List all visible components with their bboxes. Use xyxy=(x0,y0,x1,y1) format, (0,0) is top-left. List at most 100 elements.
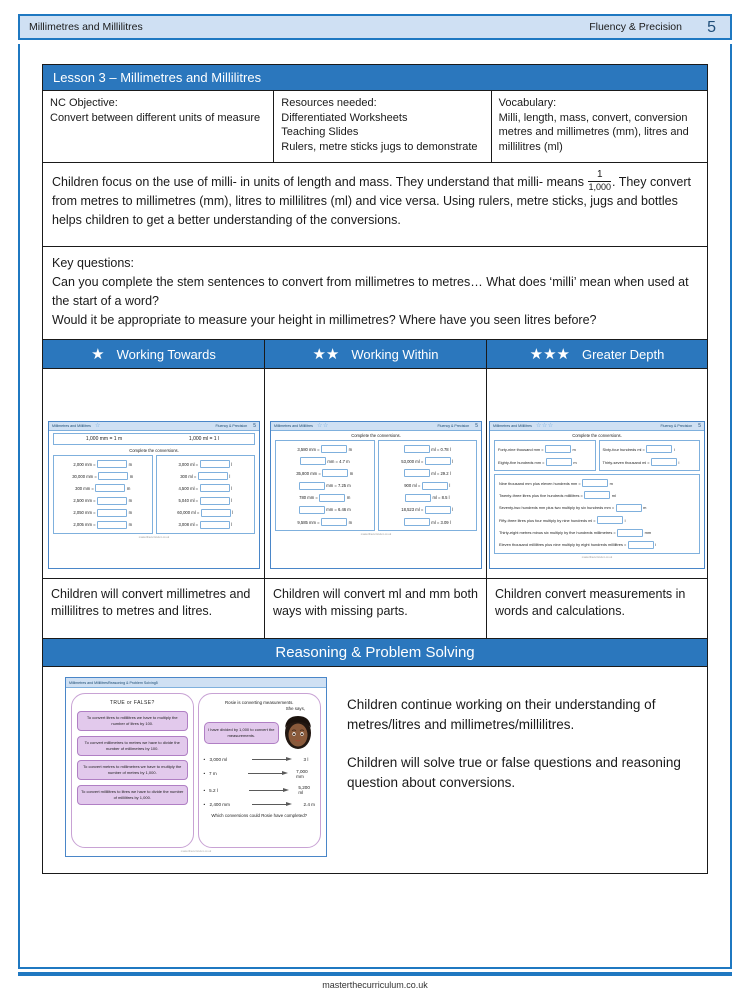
overview-box: Children focus on the use of milli- in u… xyxy=(42,163,708,247)
answer-box[interactable] xyxy=(424,505,451,514)
diff-label-working-towards: Working Towards xyxy=(116,346,216,362)
true-false-statement[interactable]: To convert litres to millilitres we have… xyxy=(77,711,188,731)
answer-box[interactable] xyxy=(424,457,451,466)
ws1-right-column: 3,000 ml = l 300 ml = l 4,500 ml = l 5,040 … xyxy=(155,455,255,534)
ws2-r5-post: l xyxy=(452,507,454,513)
answer-box[interactable] xyxy=(403,469,430,478)
answer-box[interactable] xyxy=(321,445,348,453)
answer-box[interactable] xyxy=(199,520,230,529)
ws1-r1-unit: l xyxy=(229,473,231,479)
answer-box[interactable] xyxy=(403,445,430,453)
ws2-question: 53,000 ml = l xyxy=(382,457,474,466)
answer-box[interactable] xyxy=(197,472,228,481)
diff-header-working-within: ★★ Working Within xyxy=(265,340,487,368)
answer-box[interactable] xyxy=(299,457,326,466)
rosie-intro-text: Rosie is converting measurements. xyxy=(224,700,294,705)
ws2-header-number: 5 xyxy=(475,423,478,429)
page-header-title: Millimetres and Millilitres xyxy=(29,21,143,33)
footer-rule xyxy=(18,972,732,976)
answer-box[interactable] xyxy=(199,484,230,493)
answer-box[interactable] xyxy=(298,481,325,490)
reasoning-thumbnail[interactable]: Millimetres and Millilitres Reasoning & … xyxy=(65,677,327,857)
worksheet-thumbnail-2[interactable]: Millimetres and Millilitres ☆☆ Fluency &… xyxy=(270,421,482,569)
ws1-l5-value: 2,005 mm = xyxy=(73,522,96,528)
answer-box[interactable] xyxy=(651,458,678,466)
ws2-question: ml = 8.5 l xyxy=(382,493,474,502)
answer-box[interactable] xyxy=(403,518,430,527)
ws2-columns: 3,580 mm = m mm = 4.7 m 35,800 mm = m mm =… xyxy=(275,440,477,532)
answer-box[interactable] xyxy=(97,460,128,468)
answer-box[interactable] xyxy=(597,516,624,525)
answer-box[interactable] xyxy=(646,445,673,453)
answer-box[interactable] xyxy=(98,472,129,481)
ws1-left-column: 2,000 mm = m 30,000 mm = m 300 mm = m 2,500… xyxy=(53,455,153,534)
ws2-header-title: Millimetres and Millilitres xyxy=(274,424,313,428)
answer-box[interactable] xyxy=(545,445,572,453)
answer-box[interactable] xyxy=(298,505,325,514)
ws2-question: 35,800 mm = m xyxy=(279,469,371,478)
worksheet-thumbnail-1[interactable]: Millimetres and Millilitres ☆ Fluency & … xyxy=(48,421,260,569)
answer-box[interactable] xyxy=(584,491,611,500)
answer-box[interactable] xyxy=(627,540,654,549)
answer-box[interactable] xyxy=(617,528,644,537)
answer-box[interactable] xyxy=(321,518,348,527)
answer-box[interactable] xyxy=(615,503,642,512)
rosie-speech-row: I have divided by 1,000 to convert the m… xyxy=(203,714,316,752)
true-false-statement[interactable]: To convert metres to millimetres we have… xyxy=(77,760,188,780)
conversion-to: 2.4 m xyxy=(303,801,316,807)
nc-objective-text: Convert between different units of measu… xyxy=(50,111,261,124)
conversion-from: 3,000 ml xyxy=(209,757,228,762)
arrow-right-icon xyxy=(251,801,296,807)
ws1-instruction: Complete the conversions. xyxy=(129,448,179,453)
ws3-b2-pre: Seventy-two hundreds mm plus two multipl… xyxy=(499,505,615,511)
ws3-b3-pre: Fifty-three litres plus four multiply by… xyxy=(499,517,596,523)
rosie-avatar xyxy=(281,714,315,752)
ws2-r1-post: l xyxy=(452,458,454,464)
rosie-speech-bubble: I have divided by 1,000 to convert the m… xyxy=(203,722,279,744)
answer-box[interactable] xyxy=(199,460,230,468)
ws3-b4-pre: Thirty-eight metres minus six multiply b… xyxy=(499,530,616,536)
ws3-tr1-post: l xyxy=(678,459,680,465)
ws2-r2-post: ml = 29.2 l xyxy=(431,470,451,476)
key-question-1: Can you complete the stem sentences to c… xyxy=(52,275,689,308)
ws2-question: mm = 7.25 m xyxy=(279,481,371,490)
answer-box[interactable] xyxy=(200,508,231,517)
answer-box[interactable] xyxy=(95,484,126,493)
answer-box[interactable] xyxy=(421,481,448,490)
true-false-statement[interactable]: To convert millilitres to litres we have… xyxy=(77,784,188,805)
answer-box[interactable] xyxy=(97,496,128,505)
ws1-question: 2,000 mm = m xyxy=(57,460,149,468)
answer-box[interactable] xyxy=(199,496,230,505)
rthumb-header-number: 5 xyxy=(155,680,158,685)
answer-box[interactable] xyxy=(545,458,572,466)
true-false-statement[interactable]: To convert millimetres to metres we have… xyxy=(77,735,188,756)
answer-box[interactable] xyxy=(404,493,431,502)
vocabulary-cell: Vocabulary: Milli, length, mass, convert… xyxy=(492,91,707,162)
ws3-b2-post: m xyxy=(643,505,647,511)
worksheet-thumbnail-3[interactable]: Millimetres and Millilitres ☆☆☆ Fluency … xyxy=(489,421,705,569)
ws1-stem-left: 1,000 mm = 1 m xyxy=(85,436,123,442)
answer-box[interactable] xyxy=(322,469,349,478)
answer-box[interactable] xyxy=(97,520,128,529)
answer-box[interactable] xyxy=(582,479,609,487)
ws1-l1-value: 30,000 mm = xyxy=(72,473,97,479)
answer-box[interactable] xyxy=(97,508,128,517)
ws1-columns: 2,000 mm = m 30,000 mm = m 300 mm = m 2,500… xyxy=(53,455,255,534)
ws3-b0-post: m xyxy=(609,480,613,486)
ws3-header-title: Millimetres and Millilitres xyxy=(493,424,532,428)
ws2-instruction: Complete the conversions. xyxy=(351,433,401,438)
closing-question: Which conversions could Rosie have compl… xyxy=(211,813,308,818)
ws3-b3-post: l xyxy=(624,517,626,523)
key-questions-box: Key questions: Can you complete the stem… xyxy=(42,247,708,340)
ws2-body: Complete the conversions. 3,580 mm = m mm… xyxy=(271,431,481,538)
ws3-word-question: Twenty-three litres plus five hundreds m… xyxy=(499,491,695,500)
conversion-item: • 3,000 ml 3 l xyxy=(204,757,316,762)
ws2-r5-pre: 18,523 ml = xyxy=(401,507,424,513)
ws1-l5-unit: m xyxy=(128,522,133,528)
ws1-l3-value: 2,500 mm = xyxy=(73,498,96,504)
ws2-l1-post: mm = 4.7 m xyxy=(327,458,350,464)
reasoning-section-body: Millimetres and Millilitres Reasoning & … xyxy=(42,667,708,874)
ws2-question: 900 ml = l xyxy=(382,481,474,490)
footer-text: masterthecurriculum.co.uk xyxy=(322,980,428,990)
answer-box[interactable] xyxy=(319,493,346,502)
